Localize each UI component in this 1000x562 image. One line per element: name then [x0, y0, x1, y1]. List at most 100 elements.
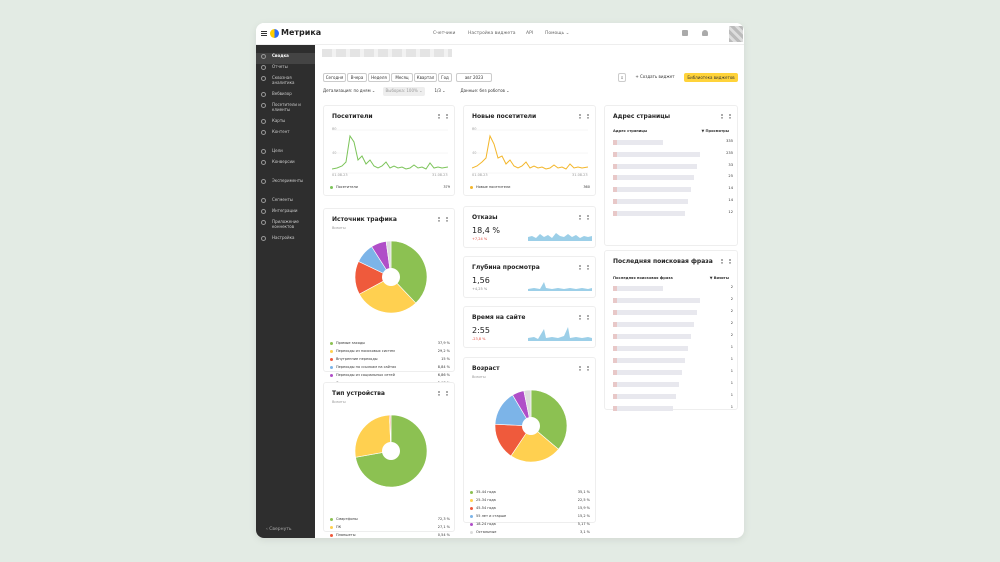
legend-label: Переходы из поисковых систем: [336, 349, 395, 353]
sample-select[interactable]: Выборка: 100% ⌄: [383, 87, 425, 96]
sidebar-item-experiments[interactable]: Эксперименты: [256, 178, 315, 189]
widget-title: Возраст: [472, 365, 500, 372]
legend-dot: [470, 530, 473, 534]
table-row[interactable]: 1: [613, 357, 733, 364]
legend-value: 6,86 %: [437, 373, 450, 377]
table-row[interactable]: 2: [613, 333, 733, 340]
period-month[interactable]: Месяц: [391, 73, 413, 82]
column-header[interactable]: Адрес страницы: [613, 129, 647, 133]
legend-label: Планшеты: [336, 533, 356, 537]
pie-hole: [522, 417, 540, 435]
table-row[interactable]: 235: [613, 151, 733, 158]
sidebar-item-summary[interactable]: Сводка: [256, 53, 315, 64]
sidebar-item-webvisor[interactable]: Вебвизор: [256, 91, 315, 102]
widget-settings-icon[interactable]: [721, 259, 731, 264]
sidebar-item-segments[interactable]: Сегменты: [256, 197, 315, 208]
sidebar-item-conversions[interactable]: Конверсии: [256, 159, 315, 170]
legend-label: Переходы по ссылкам на сайтах: [336, 365, 397, 369]
sidebar-item-goals[interactable]: Цели: [256, 148, 315, 159]
widget-title: Время на сайте: [472, 314, 526, 321]
sidebar-item-reports[interactable]: Отчеты: [256, 64, 315, 75]
traffic-pie-chart: [354, 240, 428, 314]
table-row[interactable]: 2: [613, 309, 733, 316]
app-icon: [261, 220, 266, 225]
home-icon: [261, 54, 266, 59]
sidebar-item-connectors[interactable]: Приложение коннектов: [256, 219, 315, 233]
row-value: 1: [730, 393, 733, 397]
redacted-text: [613, 334, 691, 339]
widget-settings-icon[interactable]: [438, 391, 448, 396]
download-icon[interactable]: ⇩: [618, 73, 626, 82]
widget-settings-icon[interactable]: [579, 366, 589, 371]
legend-item: 18-24 года 5,17 %: [470, 522, 590, 526]
nav-widget-settings[interactable]: Настройка виджета: [468, 31, 516, 36]
table-row[interactable]: 33: [613, 163, 733, 170]
breadcrumb: [322, 49, 452, 57]
legend-value: 29,2 %: [437, 349, 450, 353]
avatar[interactable]: [729, 26, 743, 42]
period-yesterday[interactable]: Вчера: [347, 73, 367, 82]
segment-select[interactable]: 1/3 ⌄: [428, 87, 452, 96]
sidebar-item-settings[interactable]: Настройка: [256, 235, 315, 246]
widget-settings-icon[interactable]: [579, 315, 589, 320]
table-row[interactable]: 1: [613, 345, 733, 352]
period-quarter[interactable]: Квартал: [414, 73, 437, 82]
chat-icon[interactable]: [682, 30, 688, 36]
row-value: 1: [730, 381, 733, 385]
bell-icon[interactable]: [702, 30, 708, 36]
detail-select[interactable]: Детализация: по дням ⌄: [323, 87, 380, 96]
table-row[interactable]: 1: [613, 405, 733, 412]
table-row[interactable]: 1: [613, 369, 733, 376]
table-row[interactable]: 1: [613, 393, 733, 400]
nav-api[interactable]: API: [526, 31, 533, 36]
legend-dot: [330, 517, 333, 521]
table-row[interactable]: 14: [613, 186, 733, 193]
legend-value: 0,54 %: [437, 533, 450, 537]
table-row[interactable]: 12: [613, 210, 733, 217]
pie-hole: [382, 268, 400, 286]
collapse-button[interactable]: ‹ Свернуть: [266, 527, 292, 532]
row-value: 1: [730, 357, 733, 361]
column-header-sort[interactable]: ▼ Визиты: [710, 276, 729, 280]
robots-select[interactable]: Данные: без роботов ⌄: [456, 87, 514, 96]
column-header[interactable]: Последняя поисковая фраза: [613, 276, 673, 280]
widget-settings-icon[interactable]: [579, 215, 589, 220]
table-row[interactable]: 1: [613, 381, 733, 388]
sidebar-item-integrations[interactable]: Интеграции: [256, 208, 315, 219]
period-today[interactable]: Сегодня: [323, 73, 346, 82]
legend-value: 3,1 %: [579, 530, 590, 534]
time-sparkline: [528, 327, 592, 341]
widget-settings-icon[interactable]: [721, 114, 731, 119]
widget-library-button[interactable]: Библиотека виджетов: [684, 73, 738, 82]
nav-counters[interactable]: Счетчики: [433, 31, 455, 36]
nav-help[interactable]: Помощь ⌄: [545, 31, 569, 36]
sidebar-item-analytics[interactable]: Сквозная аналитика: [256, 75, 315, 89]
table-row[interactable]: 25: [613, 174, 733, 181]
table-row[interactable]: 2: [613, 297, 733, 304]
column-header-sort[interactable]: ▼ Просмотры: [701, 129, 729, 133]
table-row[interactable]: 2: [613, 321, 733, 328]
legend-dot: [470, 498, 473, 502]
period-week[interactable]: Неделя: [368, 73, 390, 82]
table-row[interactable]: 335: [613, 139, 733, 146]
period-year[interactable]: Год: [438, 73, 452, 82]
create-widget-button[interactable]: + Создать виджет: [631, 73, 679, 82]
date-picker[interactable]: авг 2023: [456, 73, 492, 82]
legend-label: Новые посетители: [476, 185, 511, 189]
depth-widget: Глубина просмотра 1,56 +4,25 %: [463, 256, 596, 298]
redacted-text: [613, 163, 697, 169]
sidebar-item-content[interactable]: Контент: [256, 129, 315, 140]
table-row[interactable]: 2: [613, 285, 733, 292]
widget-settings-icon[interactable]: [579, 265, 589, 270]
table-row[interactable]: 14: [613, 198, 733, 205]
widget-settings-icon[interactable]: [579, 114, 589, 119]
legend-item: 45-54 года 15,9 %: [470, 506, 590, 510]
axis-tick: 31.08.23: [572, 173, 588, 177]
legend-item: Прямые заходы 37,9 %: [330, 341, 450, 345]
sidebar-item-maps[interactable]: Карты: [256, 118, 315, 129]
sidebar-item-visitors[interactable]: Посетители и клиенты: [256, 102, 315, 116]
widget-settings-icon[interactable]: [438, 114, 448, 119]
widget-settings-icon[interactable]: [438, 217, 448, 222]
legend-dot: [470, 185, 473, 189]
menu-icon[interactable]: [261, 31, 267, 36]
